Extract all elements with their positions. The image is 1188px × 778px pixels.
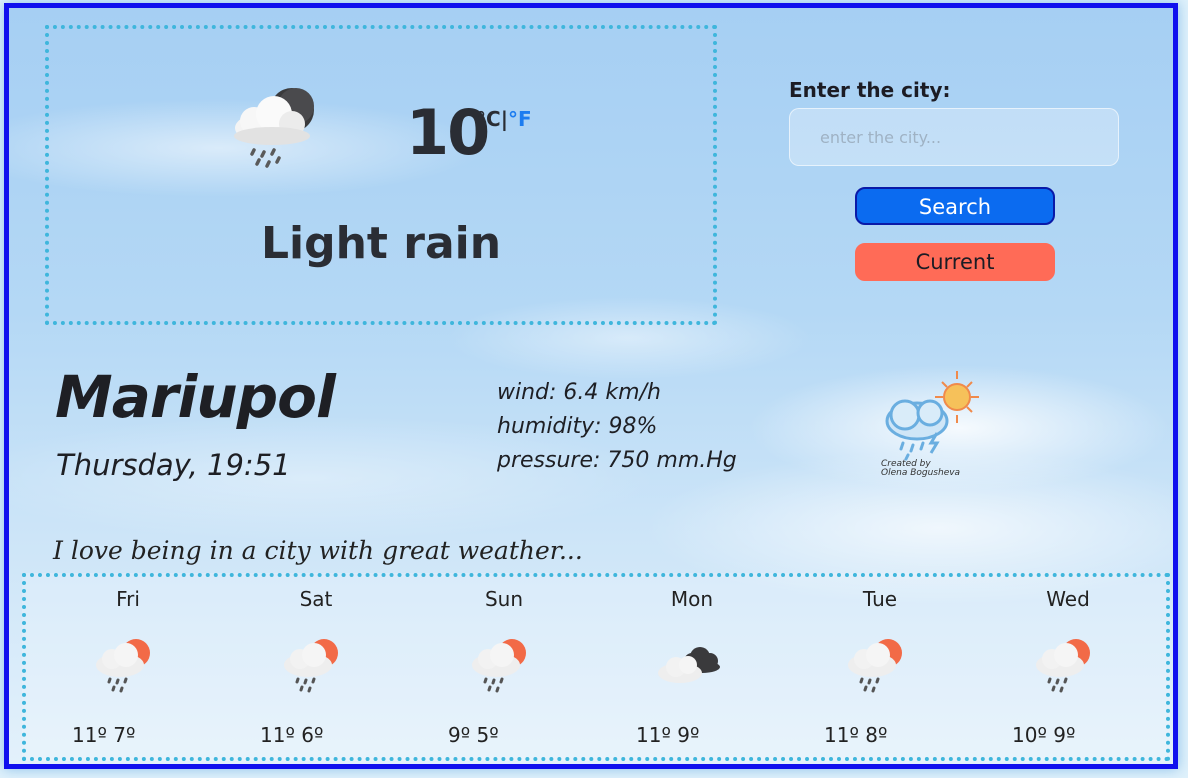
humidity-detail: humidity: 98%	[497, 414, 658, 439]
celsius-link[interactable]: °C	[476, 107, 501, 131]
fahrenheit-link[interactable]: °F	[508, 107, 532, 131]
logo-credit-line2: Olena Bogusheva	[881, 468, 961, 478]
logo-credit: Created by Olena Bogusheva	[881, 460, 960, 478]
current-location-button[interactable]: Current	[855, 243, 1055, 281]
date-time: Thursday, 19:51	[56, 448, 291, 482]
unit-toggle: °C|°F	[476, 107, 532, 131]
rain-sun-icon	[848, 639, 902, 693]
city-search-input[interactable]	[789, 108, 1119, 166]
forecast-temps: 9º 5º	[448, 723, 499, 747]
forecast-temps: 11º 6º	[260, 723, 324, 747]
unit-separator: |	[500, 107, 508, 131]
forecast-temps: 11º 7º	[72, 723, 136, 747]
forecast-temps: 11º 8º	[824, 723, 888, 747]
search-label: Enter the city:	[789, 78, 951, 102]
pressure-detail: pressure: 750 mm.Hg	[497, 448, 737, 473]
current-weather-panel	[45, 25, 717, 325]
search-button[interactable]: Search	[855, 187, 1055, 225]
forecast-day-name: Sat	[299, 587, 333, 611]
app-frame: 10 °C|°F Light rain Enter the city: Sear…	[4, 3, 1178, 769]
weather-description: Light rain	[260, 218, 502, 269]
forecast-panel: Fri 11º 7º Sat 11º 6º Sun 9º 5º Mon 11º …	[22, 573, 1170, 761]
slogan: I love being in a city with great weathe…	[53, 536, 583, 565]
forecast-temps: 11º 9º	[636, 723, 700, 747]
rain-sun-icon	[284, 639, 338, 693]
forecast-day-name: Wed	[1046, 587, 1090, 611]
weather-details: wind: 6.4 km/h humidity: 98% pressure: 7…	[497, 376, 737, 478]
rain-sun-icon	[1036, 639, 1090, 693]
rain-cloud-night-icon	[234, 88, 314, 168]
rain-sun-icon	[96, 639, 150, 693]
forecast-day-name: Tue	[862, 587, 898, 611]
forecast-day-name: Fri	[116, 587, 140, 611]
forecast-day-name: Sun	[484, 587, 524, 611]
cloudy-icon	[658, 647, 720, 683]
forecast-temps: 10º 9º	[1012, 723, 1076, 747]
wind-detail: wind: 6.4 km/h	[497, 380, 661, 405]
city-name: Mariupol	[55, 363, 336, 431]
rain-sun-icon	[472, 639, 526, 693]
forecast-day-name: Mon	[670, 587, 714, 611]
